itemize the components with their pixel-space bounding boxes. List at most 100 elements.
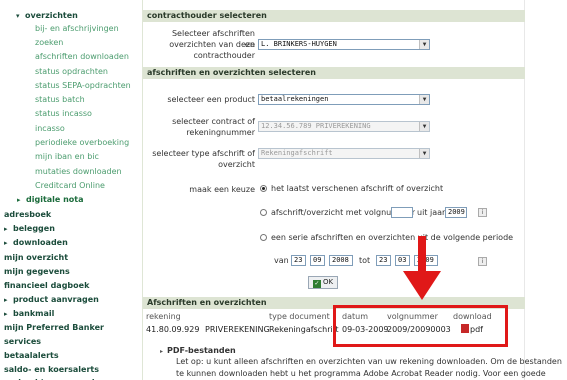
type-value: Rekeningafschrift [261, 149, 333, 157]
sidebar-item-label: bankmail [13, 309, 55, 318]
sidebar-item-status-incasso[interactable]: status incasso [0, 108, 143, 120]
sidebar-item-label: status batch [35, 95, 85, 104]
sidebar-item-label: status incasso [35, 109, 92, 118]
sidebar-item-label: mijn overzicht [4, 253, 69, 262]
pdf-note-line-1: Let op: u kunt alleen afschriften en ove… [176, 357, 562, 366]
red-arrow-annotation [403, 236, 441, 300]
row-account-name: PRIVEREKENING [205, 325, 270, 334]
sidebar-item-label: financieel dagboek [4, 281, 90, 290]
radio-volgnummer[interactable] [260, 209, 267, 216]
contracthouder-select[interactable]: L. BRINKERS-HUYGEN ▼ [258, 39, 430, 50]
sidebar-item-zoeken[interactable]: zoeken [0, 37, 143, 49]
sidebar-item-creditcard-online[interactable]: Creditcard Online [0, 180, 143, 192]
sidebar-item-mijn-preferred-banker[interactable]: mijn Preferred Banker [0, 322, 143, 334]
sidebar-item-periodieke-overboeking[interactable]: periodieke overboeking [0, 137, 143, 149]
sidebar-item-label: adresboek [4, 210, 52, 219]
sidebar-item-label: digitale nota [26, 195, 84, 204]
row-type: Rekeningafschrift [269, 325, 339, 334]
sidebar-item-label: product aanvragen [13, 295, 99, 304]
chevron-right-icon: ▸ [4, 296, 8, 304]
sidebar-item-services[interactable]: services [0, 336, 143, 348]
sidebar-item-incasso[interactable]: incasso [0, 123, 143, 135]
sidebar-item-mijn-overzicht[interactable]: mijn overzicht [0, 252, 143, 264]
to-day-input[interactable]: 23 [376, 255, 391, 266]
sidebar-item-betaalalerts[interactable]: betaalalerts [0, 350, 143, 362]
sidebar-item-label: Creditcard Online [35, 181, 105, 190]
choice-label: maak een keuze [189, 185, 255, 194]
sidebar-item-label: incasso [35, 124, 65, 133]
sidebar-item-downloaden[interactable]: ▸ downloaden [0, 237, 143, 249]
chevron-down-icon: ▼ [419, 40, 429, 49]
contract-label-2: rekeningnummer [186, 128, 255, 137]
chevron-right-icon: ▸ [160, 348, 164, 355]
section-header-selecteren: afschriften en overzichten selecteren [143, 67, 525, 79]
sidebar-item-label: saldo- en koersalerts [4, 365, 99, 374]
van-label: van [274, 256, 289, 265]
help-icon[interactable]: i [478, 208, 487, 217]
sidebar-item-mutaties-downloaden[interactable]: mutaties downloaden [0, 166, 143, 178]
sidebar-item-status-opdrachten[interactable]: status opdrachten [0, 66, 143, 78]
sidebar-item-label: services [4, 337, 42, 346]
contracthouder-label-2: overzichten van deze [169, 40, 255, 49]
type-label-2: overzicht [218, 160, 255, 169]
sidebar-item-digitale-nota[interactable]: ▸ digitale nota [0, 194, 143, 206]
sidebar-item-saldo-en-koersalerts[interactable]: saldo- en koersalerts [0, 364, 143, 376]
product-value: betaalrekeningen [261, 95, 329, 103]
from-day-input[interactable]: 23 [291, 255, 306, 266]
sidebar-item-label: status SEPA-opdrachten [35, 81, 131, 90]
chevron-right-icon: ▸ [4, 239, 8, 247]
from-year-input[interactable]: 2008 [329, 255, 353, 266]
sidebar-item-bij-en-afschrijvingen[interactable]: bij- en afschrijvingen [0, 23, 143, 35]
contract-select[interactable]: 12.34.56.789 PRIVEREKENING ▼ [258, 121, 430, 132]
sidebar-item-overzichten[interactable]: ▾ overzichten [0, 10, 143, 22]
radio-periode[interactable] [260, 234, 267, 241]
sidebar-item-beleggen[interactable]: ▸ beleggen [0, 223, 143, 235]
sidebar-item-adresboek[interactable]: adresboek [0, 209, 143, 221]
radio-last-label: het laatst verschenen afschrift of overz… [271, 184, 444, 193]
ok-button[interactable]: ✓ OK [308, 276, 338, 289]
tot-label: tot [359, 256, 371, 265]
chevron-right-icon: ▸ [4, 310, 8, 318]
sidebar-item-label: mijn iban en bic [35, 152, 99, 161]
contracthouder-value: L. BRINKERS-HUYGEN [261, 40, 337, 48]
jaar-label: uit jaar [417, 208, 446, 217]
sidebar-item-mijn-iban-en-bic[interactable]: mijn iban en bic [0, 151, 143, 163]
sidebar-item-label: mijn gegevens [4, 267, 70, 276]
sidebar-item-mijn-gegevens[interactable]: mijn gegevens [0, 266, 143, 278]
red-highlight-box [333, 305, 508, 347]
radio-last[interactable] [260, 185, 267, 192]
sidebar-item-financieel-dagboek[interactable]: financieel dagboek [0, 280, 143, 292]
sidebar: ▾ overzichten bij- en afschrijvingen zoeken… [0, 0, 143, 380]
type-label-1: selecteer type afschrift of [152, 149, 255, 158]
sidebar-item-label: mutaties downloaden [35, 167, 122, 176]
chevron-down-icon: ▼ [419, 149, 429, 158]
sidebar-item-label: status opdrachten [35, 67, 108, 76]
section-header-contracthouder: contracthouder selecteren [143, 10, 525, 22]
chevron-down-icon: ▼ [419, 122, 429, 131]
sidebar-item-status-batch[interactable]: status batch [0, 94, 143, 106]
check-icon: ✓ [312, 280, 321, 288]
jaar-input[interactable]: 2009 [445, 207, 467, 218]
product-label: selecteer een product [167, 95, 255, 104]
ok-button-label: OK [322, 278, 334, 286]
chevron-right-icon: ▸ [4, 225, 8, 233]
contract-value: 12.34.56.789 PRIVEREKENING [261, 122, 371, 130]
sidebar-item-label: afschriften downloaden [35, 52, 129, 61]
sidebar-item-label: betaalalerts [4, 351, 59, 360]
sidebar-item-label: downloaden [13, 238, 68, 247]
sidebar-item-status-sepa-opdrachten[interactable]: status SEPA-opdrachten [0, 80, 143, 92]
sidebar-item-label: mijn Preferred Banker [4, 323, 104, 332]
contract-label-1: selecteer contract of [172, 117, 255, 126]
sidebar-item-product-aanvragen[interactable]: ▸ product aanvragen [0, 294, 143, 306]
chevron-right-icon: ▸ [17, 196, 21, 204]
type-select[interactable]: Rekeningafschrift ▼ [258, 148, 430, 159]
sidebar-item-afschriften-downloaden[interactable]: afschriften downloaden [0, 51, 143, 63]
volgnummer-input[interactable] [391, 207, 413, 218]
sidebar-item-bankmail[interactable]: ▸ bankmail [0, 308, 143, 320]
sidebar-item-label: bij- en afschrijvingen [35, 24, 119, 33]
product-select[interactable]: betaalrekeningen ▼ [258, 94, 430, 105]
help-icon[interactable]: i [478, 257, 487, 266]
chevron-down-icon: ▾ [16, 12, 20, 20]
radio-periode-label: een serie afschriften en overzichten uit… [271, 233, 514, 242]
from-month-input[interactable]: 09 [310, 255, 325, 266]
